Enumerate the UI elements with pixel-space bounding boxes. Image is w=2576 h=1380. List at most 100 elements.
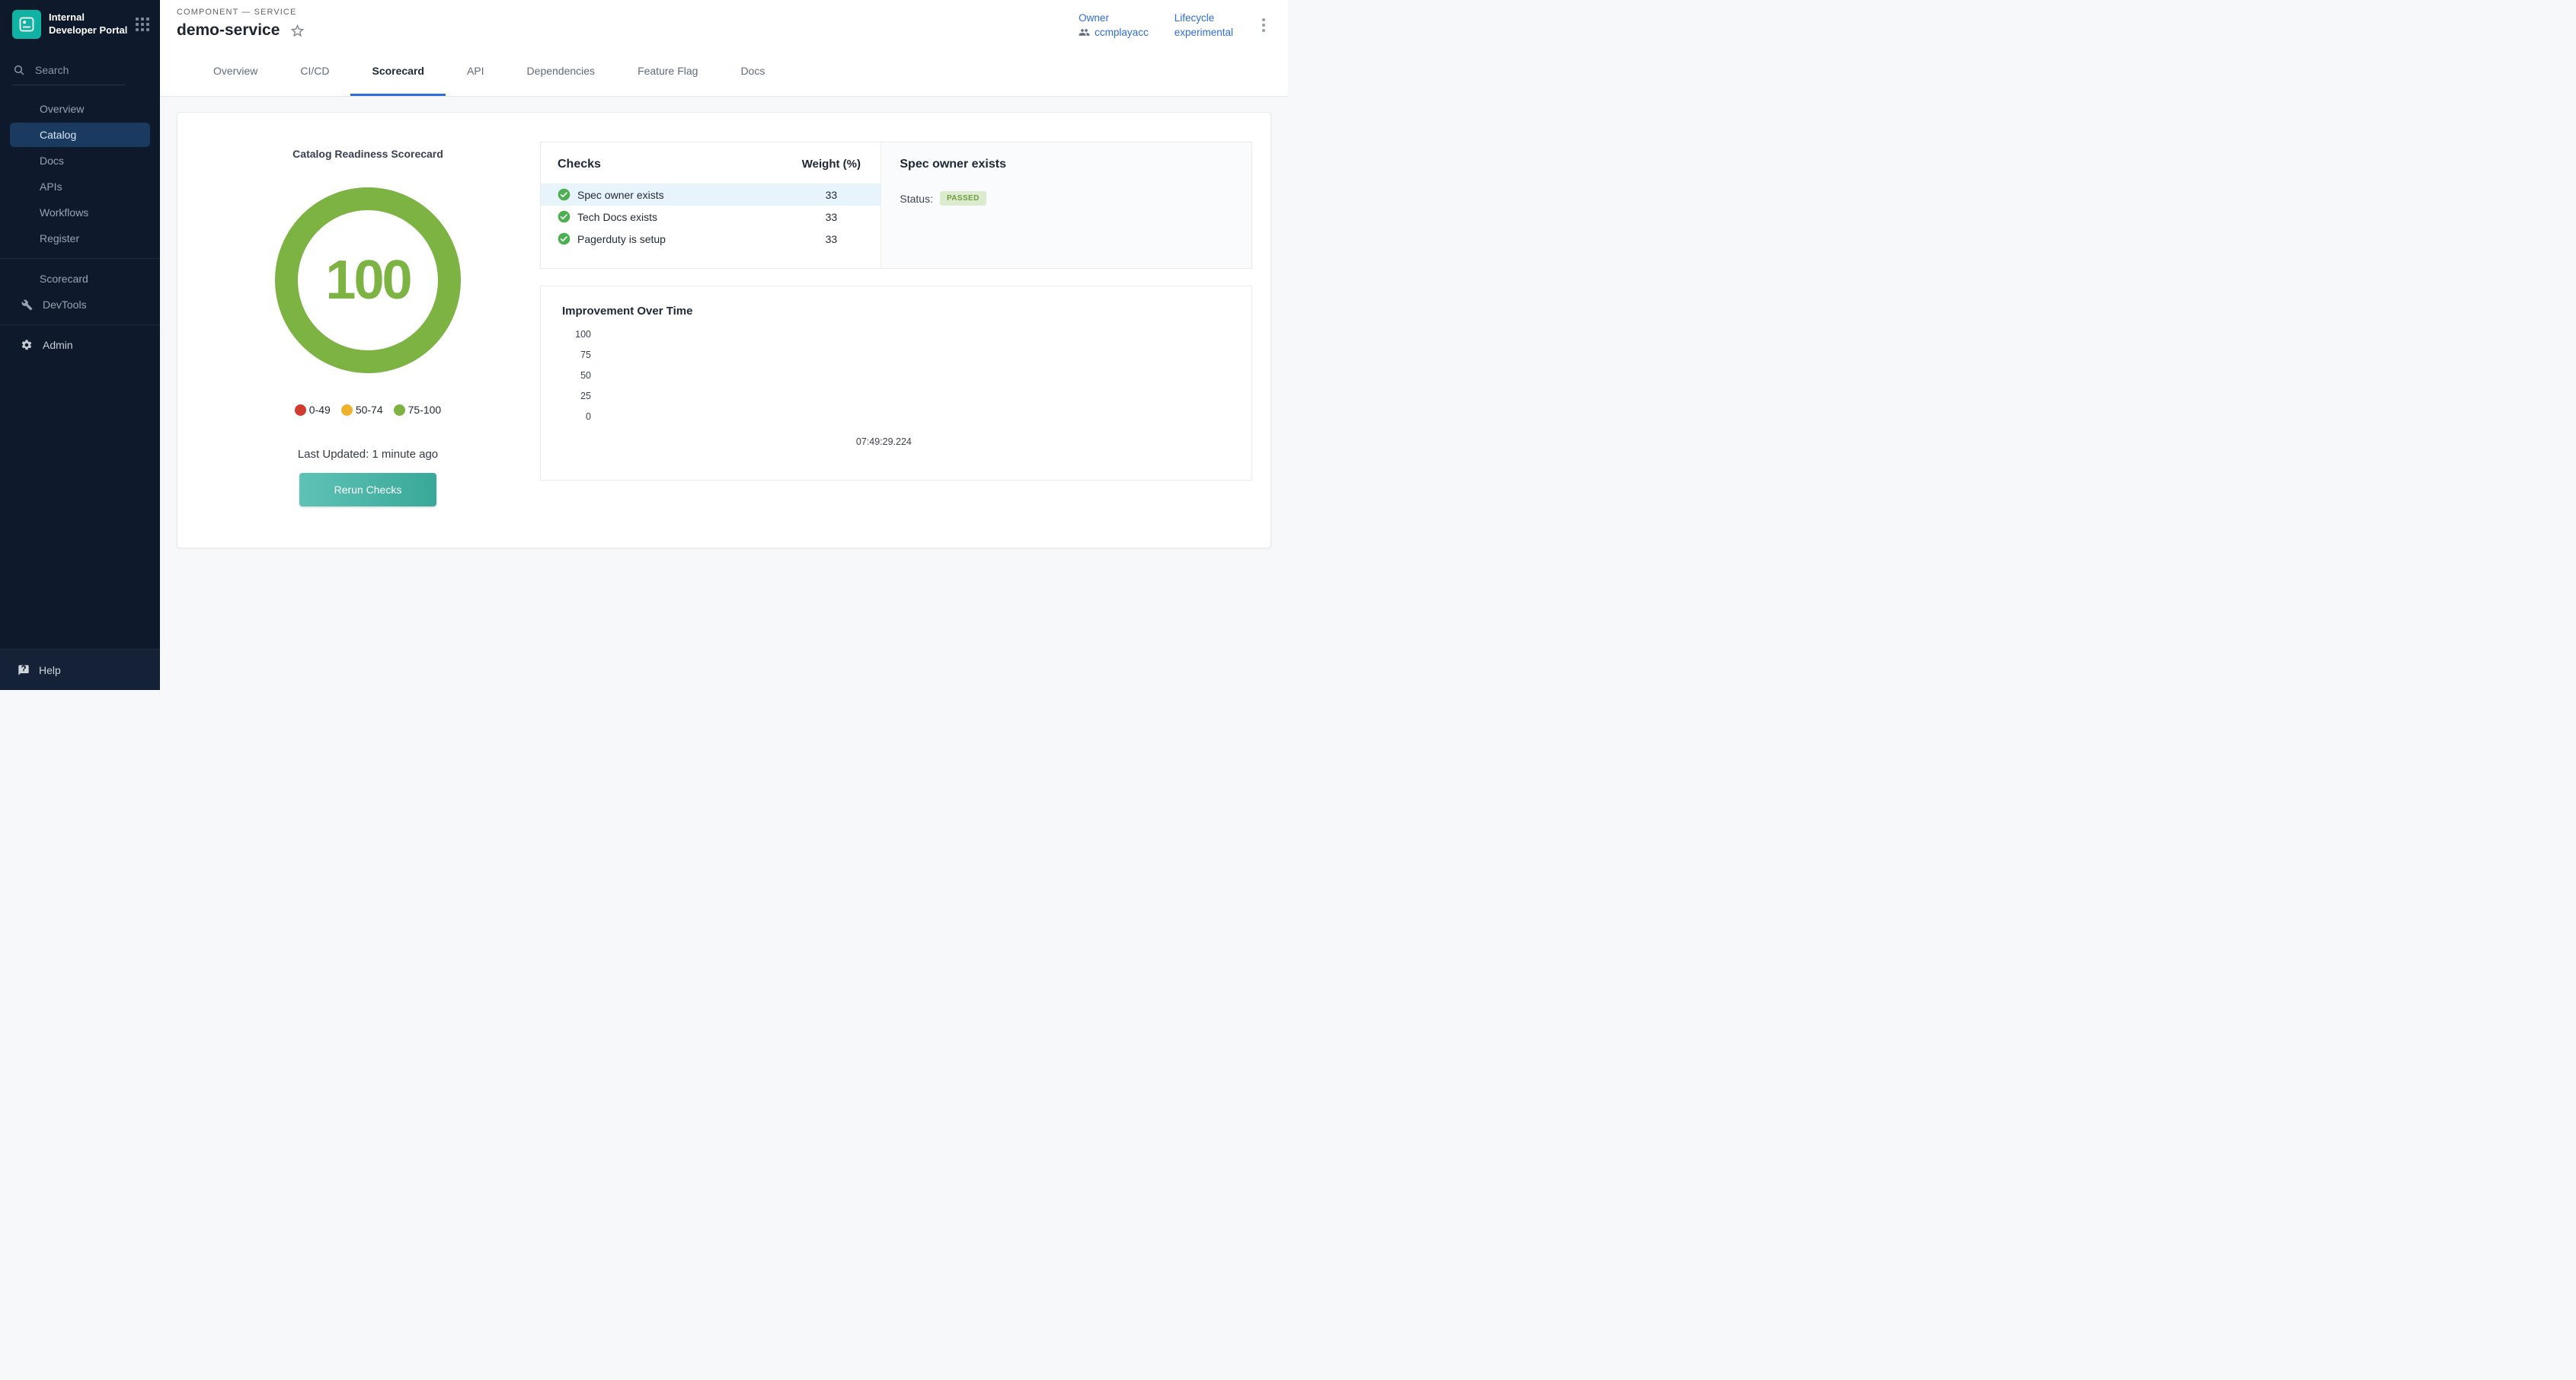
search-icon [12,64,26,76]
sidebar-item-catalog[interactable]: Catalog [10,123,150,147]
tab-api[interactable]: API [446,48,506,96]
last-updated-text: Last Updated: 1 minute ago [298,448,438,461]
entity-header-right: Owner ccmplayacc Lifecycle experimental [1079,8,1268,40]
favorite-star-icon[interactable] [289,23,305,39]
chart-y-axis: 100 75 50 25 0 [564,330,591,421]
sidebar-item-label: APIs [40,180,62,193]
wrench-icon [20,299,34,311]
sidebar-item-help[interactable]: Help [0,649,160,690]
legend-dot-red [295,404,306,416]
sidebar-item-label: Admin [43,339,73,351]
tab-label: Overview [213,65,257,77]
sidebar-nav: Overview Catalog Docs APIs Workflows Reg… [0,96,160,358]
tab-label: API [467,65,484,77]
tab-label: CI/CD [300,65,329,77]
scorecard-heading: Catalog Readiness Scorecard [292,148,443,160]
sidebar-logo-row: Internal Developer Portal [0,0,160,49]
entity-tabs: Overview CI/CD Scorecard API Dependencie… [160,48,1288,97]
more-options-icon[interactable] [1259,17,1268,34]
check-weight: 33 [781,211,881,223]
legend-item-high: 75-100 [394,404,442,416]
check-passed-icon [558,232,570,245]
check-row-spec-owner[interactable]: Spec owner exists 33 [541,184,881,206]
legend-item-mid: 50-74 [341,404,383,416]
improvement-chart-card: Improvement Over Time 100 75 50 25 0 07:… [540,286,1252,481]
scorecard-details-section: Checks Weight (%) [540,131,1252,529]
y-tick: 0 [564,412,591,422]
page-title: demo-service [177,21,280,40]
sidebar-search[interactable]: Search [12,64,125,85]
sidebar-item-label: Register [40,232,79,244]
check-detail-title: Spec owner exists [900,158,1233,171]
sidebar-item-label: Scorecard [40,273,88,285]
check-row-pagerduty[interactable]: Pagerduty is setup 33 [541,228,881,250]
sidebar-item-docs[interactable]: Docs [0,148,160,174]
y-tick: 25 [564,391,591,401]
sidebar-item-workflows[interactable]: Workflows [0,200,160,225]
sidebar-item-label: Catalog [40,129,76,141]
checks-table-header: Checks Weight (%) [541,142,881,184]
gear-icon [20,339,34,351]
owner-label: Owner [1079,12,1149,24]
check-passed-icon [558,188,570,201]
main-area: COMPONENT — SERVICE demo-service Owner [160,0,1288,690]
chart-x-tick: 07:49:29.224 [856,436,912,447]
entity-header-left: COMPONENT — SERVICE demo-service [177,8,305,40]
owner-value[interactable]: ccmplayacc [1079,27,1149,38]
sidebar-item-label: Overview [40,103,84,115]
tab-dependencies[interactable]: Dependencies [506,48,617,96]
sidebar-divider [0,258,160,259]
check-passed-icon [558,210,570,223]
check-label: Tech Docs exists [577,211,657,223]
rerun-checks-button[interactable]: Rerun Checks [299,473,436,506]
legend-dot-amber [341,404,353,416]
check-label: Spec owner exists [577,189,664,201]
chart-title: Improvement Over Time [562,305,1230,318]
sidebar-item-admin[interactable]: Admin [0,332,160,358]
sidebar-item-scorecard[interactable]: Scorecard [0,266,160,292]
legend-label: 0-49 [309,404,331,416]
sidebar-item-label: Docs [40,155,64,167]
checks-panel: Checks Weight (%) [540,142,1252,269]
tab-docs[interactable]: Docs [719,48,786,96]
status-badge: PASSED [940,191,986,206]
breadcrumb: COMPONENT — SERVICE [177,8,305,17]
weight-column-header: Weight (%) [781,158,881,171]
sidebar-item-devtools[interactable]: DevTools [0,292,160,318]
tab-scorecard[interactable]: Scorecard [350,48,445,96]
check-label: Pagerduty is setup [577,233,666,245]
entity-header: COMPONENT — SERVICE demo-service Owner [160,0,1288,48]
help-label: Help [39,664,61,676]
portal-logo-icon [12,10,41,39]
checks-column-header: Checks [558,158,781,171]
check-row-tech-docs[interactable]: Tech Docs exists 33 [541,206,881,228]
lifecycle-label: Lifecycle [1175,12,1233,24]
legend-label: 50-74 [356,404,383,416]
search-label: Search [35,64,69,76]
tab-content: Catalog Readiness Scorecard 100 0-49 50-… [160,97,1288,690]
chart-plot-area: 100 75 50 25 0 07:49:29.224 [562,330,1230,459]
sidebar-item-overview[interactable]: Overview [0,96,160,122]
score-legend: 0-49 50-74 75-100 [295,404,441,416]
owner-group: Owner ccmplayacc [1079,12,1149,38]
check-detail-panel: Spec owner exists Status: PASSED [881,142,1251,268]
legend-dot-green [394,404,405,416]
sidebar-item-register[interactable]: Register [0,225,160,251]
sidebar: Internal Developer Portal Search Overvie… [0,0,160,690]
tab-overview[interactable]: Overview [192,48,279,96]
tab-label: Docs [740,65,765,77]
y-tick: 50 [564,371,591,381]
apps-grid-icon[interactable] [136,18,149,31]
sidebar-item-label: DevTools [43,299,87,311]
tab-label: Feature Flag [638,65,698,77]
tab-feature-flag[interactable]: Feature Flag [616,48,719,96]
tab-cicd[interactable]: CI/CD [279,48,350,96]
tab-label: Dependencies [527,65,596,77]
owner-link: ccmplayacc [1095,27,1149,38]
check-weight: 33 [781,233,881,245]
lifecycle-value: experimental [1175,27,1233,38]
sidebar-item-apis[interactable]: APIs [0,174,160,200]
lifecycle-group: Lifecycle experimental [1175,12,1233,38]
group-icon [1079,27,1090,38]
score-value: 100 [325,249,410,311]
